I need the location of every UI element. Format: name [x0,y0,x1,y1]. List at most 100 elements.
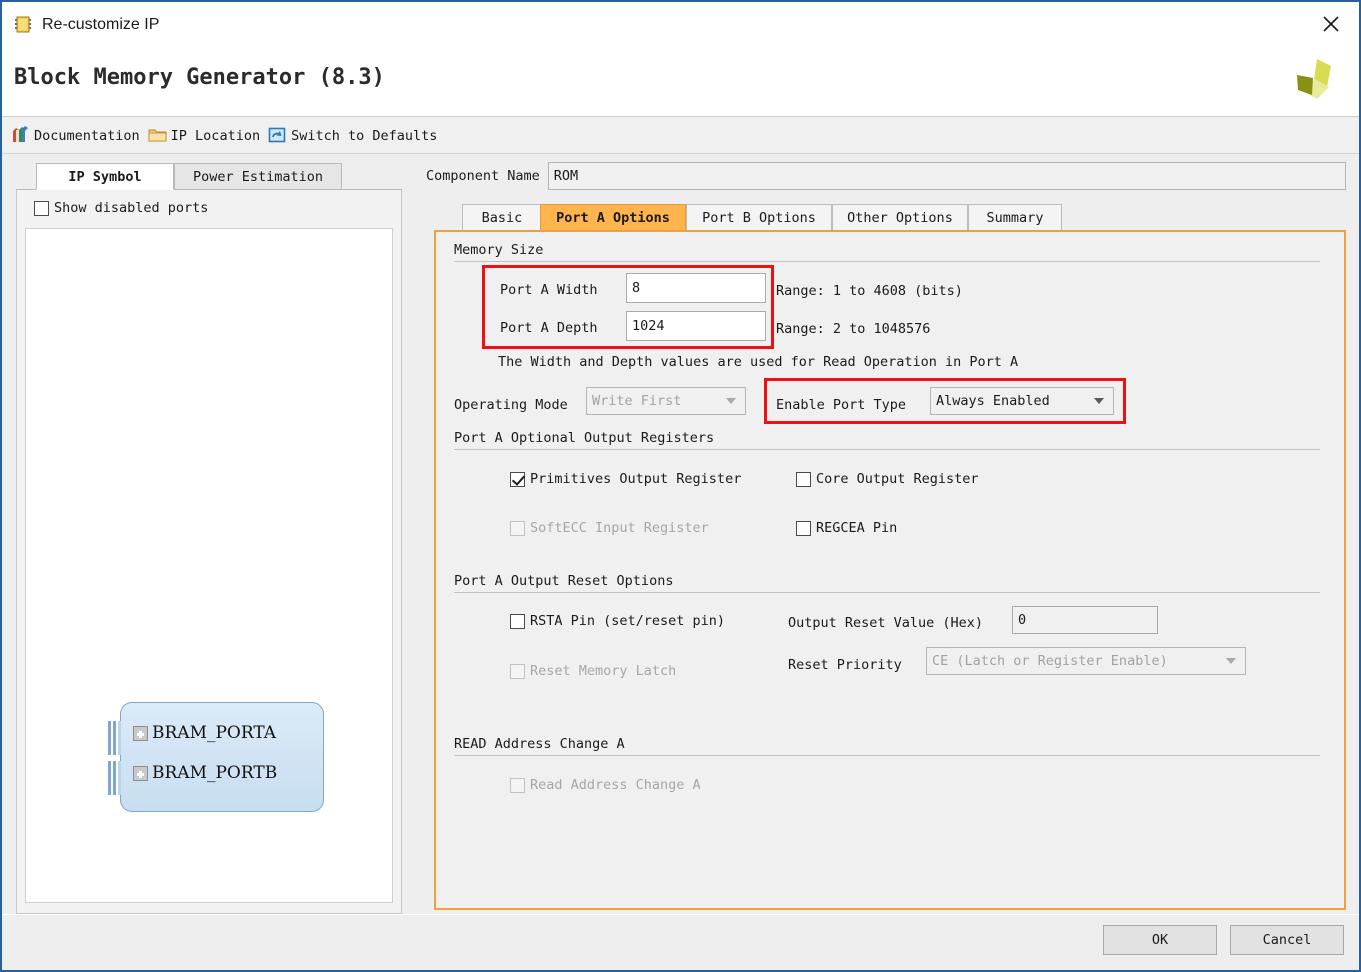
port-label: BRAM_PORTA [152,723,277,743]
footer: OK Cancel [2,914,1359,970]
port-a-width-range: Range: 1 to 4608 (bits) [776,283,963,299]
toolbar: Documentation IP Location Switch to Defa… [2,118,1359,154]
port-a-depth-label: Port A Depth [500,320,598,336]
checkbox-label: Core Output Register [816,471,979,487]
checkbox-label: Reset Memory Latch [530,663,677,679]
optional-output-registers-rule [454,449,1320,450]
port-a-options-panel: Memory Size Port A Width Range: 1 to 460… [434,230,1346,910]
memory-size-note: The Width and Depth values are used for … [498,354,1019,370]
cancel-label: Cancel [1262,932,1312,948]
output-reset-value-input[interactable] [1012,606,1158,634]
header-band: Block Memory Generator (8.3) [2,47,1359,117]
checkbox-primitives-output-register[interactable]: Primitives Output Register [510,471,741,487]
cancel-button[interactable]: Cancel [1230,925,1344,955]
tab-summary[interactable]: Summary [968,204,1062,230]
folder-icon [148,126,167,145]
tab-label: Other Options [847,209,953,226]
checkbox-label: Primitives Output Register [530,471,742,487]
port-stub-a [107,721,121,755]
checkbox-read-address-change-a[interactable]: Read Address Change A [510,777,701,793]
checkbox-label: Read Address Change A [530,777,701,793]
chevron-down-icon [1226,658,1236,664]
checkbox-rsta-pin[interactable]: RSTA Pin (set/reset pin) [510,613,725,629]
read-address-change-heading: READ Address Change A [454,736,625,752]
checkbox-box [796,520,811,536]
checkbox-label: RSTA Pin (set/reset pin) [530,613,726,629]
show-disabled-ports-label: Show disabled ports [54,200,209,216]
ok-label: OK [1151,932,1169,948]
tab-ip-symbol[interactable]: IP Symbol [36,163,174,190]
toolbar-label: Switch to Defaults [291,127,438,144]
toolbar-label: Documentation [34,127,140,144]
reset-priority-value: CE (Latch or Register Enable) [932,653,1168,669]
port-a-width-label: Port A Width [500,282,598,298]
toolbar-label: IP Location [170,127,261,144]
options-panel: Component Name Basic Port A Options Port… [426,162,1346,914]
port-a-width-input[interactable] [626,273,766,303]
tab-other-options[interactable]: Other Options [832,204,968,230]
output-reset-options-rule [454,592,1320,593]
chevron-down-icon [726,398,736,404]
tab-basic[interactable]: Basic [462,204,542,230]
port-a-depth-input[interactable] [626,311,766,341]
output-reset-value-label: Output Reset Value (Hex) [788,615,984,631]
tab-port-b-options[interactable]: Port B Options [686,204,832,230]
component-name-input[interactable] [547,162,1346,190]
bram-symbol-block: BRAM_PORTA BRAM_PORTB [108,702,324,812]
left-tabstrip: IP Symbol Power Estimation [16,162,402,190]
checkbox-label: REGCEA Pin [816,520,898,536]
component-name-row: Component Name [426,162,1346,190]
ip-symbol-panel: IP Symbol Power Estimation Show disabled… [16,162,402,914]
toolbar-item-switch-to-defaults[interactable]: Switch to Defaults [268,126,437,145]
operating-mode-dropdown[interactable]: Write First [586,387,746,415]
options-tabstrip: Basic Port A Options Port B Options Othe… [448,202,1346,230]
checkbox-box [510,520,525,536]
checkbox-core-output-register[interactable]: Core Output Register [796,471,979,487]
checkbox-box [510,613,525,629]
tab-label: Port B Options [702,209,816,226]
checkbox-box [510,471,525,487]
show-disabled-ports-checkbox[interactable]: Show disabled ports [34,200,208,216]
reset-priority-dropdown[interactable]: CE (Latch or Register Enable) [926,647,1246,675]
port-a-depth-range: Range: 2 to 1048576 [776,321,931,337]
expand-plus-icon[interactable] [133,725,148,741]
checkbox-box [34,200,49,216]
ip-core-icon [12,14,34,36]
tab-power-estimation[interactable]: Power Estimation [174,163,342,190]
chevron-down-icon [1094,398,1104,404]
close-icon [1322,16,1339,32]
enable-port-type-dropdown[interactable]: Always Enabled [930,387,1114,415]
symbol-canvas[interactable]: BRAM_PORTA BRAM_PORTB [25,228,393,903]
operating-mode-value: Write First [592,393,682,409]
ok-button[interactable]: OK [1103,925,1217,955]
xilinx-logo [1287,57,1345,109]
checkbox-label: SoftECC Input Register [530,520,709,536]
checkbox-regcea-pin[interactable]: REGCEA Pin [796,520,897,536]
enable-port-type-value: Always Enabled [936,393,1050,409]
tab-port-a-options[interactable]: Port A Options [540,204,686,230]
port-label: BRAM_PORTB [152,763,278,783]
checkbox-reset-memory-latch[interactable]: Reset Memory Latch [510,663,676,679]
toolbar-item-ip-location[interactable]: IP Location [148,126,260,145]
symbol-port-bram-portb[interactable]: BRAM_PORTB [133,763,277,783]
title-bar: Re-customize IP [2,2,1359,47]
checkbox-box [796,471,811,487]
memory-size-heading: Memory Size [454,242,544,258]
window-title: Re-customize IP [42,15,160,33]
page-title: Block Memory Generator (8.3) [14,65,385,90]
refresh-icon [268,126,287,145]
toolbar-item-documentation[interactable]: Documentation [11,126,140,145]
close-button[interactable] [1302,2,1359,46]
tab-label: Port A Options [556,209,670,226]
ip-symbol-body: Show disabled ports BRAM_PORTA BRAM_PORT… [16,190,402,914]
checkbox-box [510,777,525,793]
component-name-label: Component Name [426,168,540,184]
memory-size-rule [454,261,1320,262]
symbol-port-bram-porta[interactable]: BRAM_PORTA [133,723,276,743]
read-address-change-rule [454,755,1320,756]
checkbox-box [510,663,525,679]
tab-label: Summary [986,209,1044,226]
reset-priority-label: Reset Priority [788,657,902,673]
expand-plus-icon[interactable] [133,765,148,781]
checkbox-softecc-input-register[interactable]: SoftECC Input Register [510,520,709,536]
